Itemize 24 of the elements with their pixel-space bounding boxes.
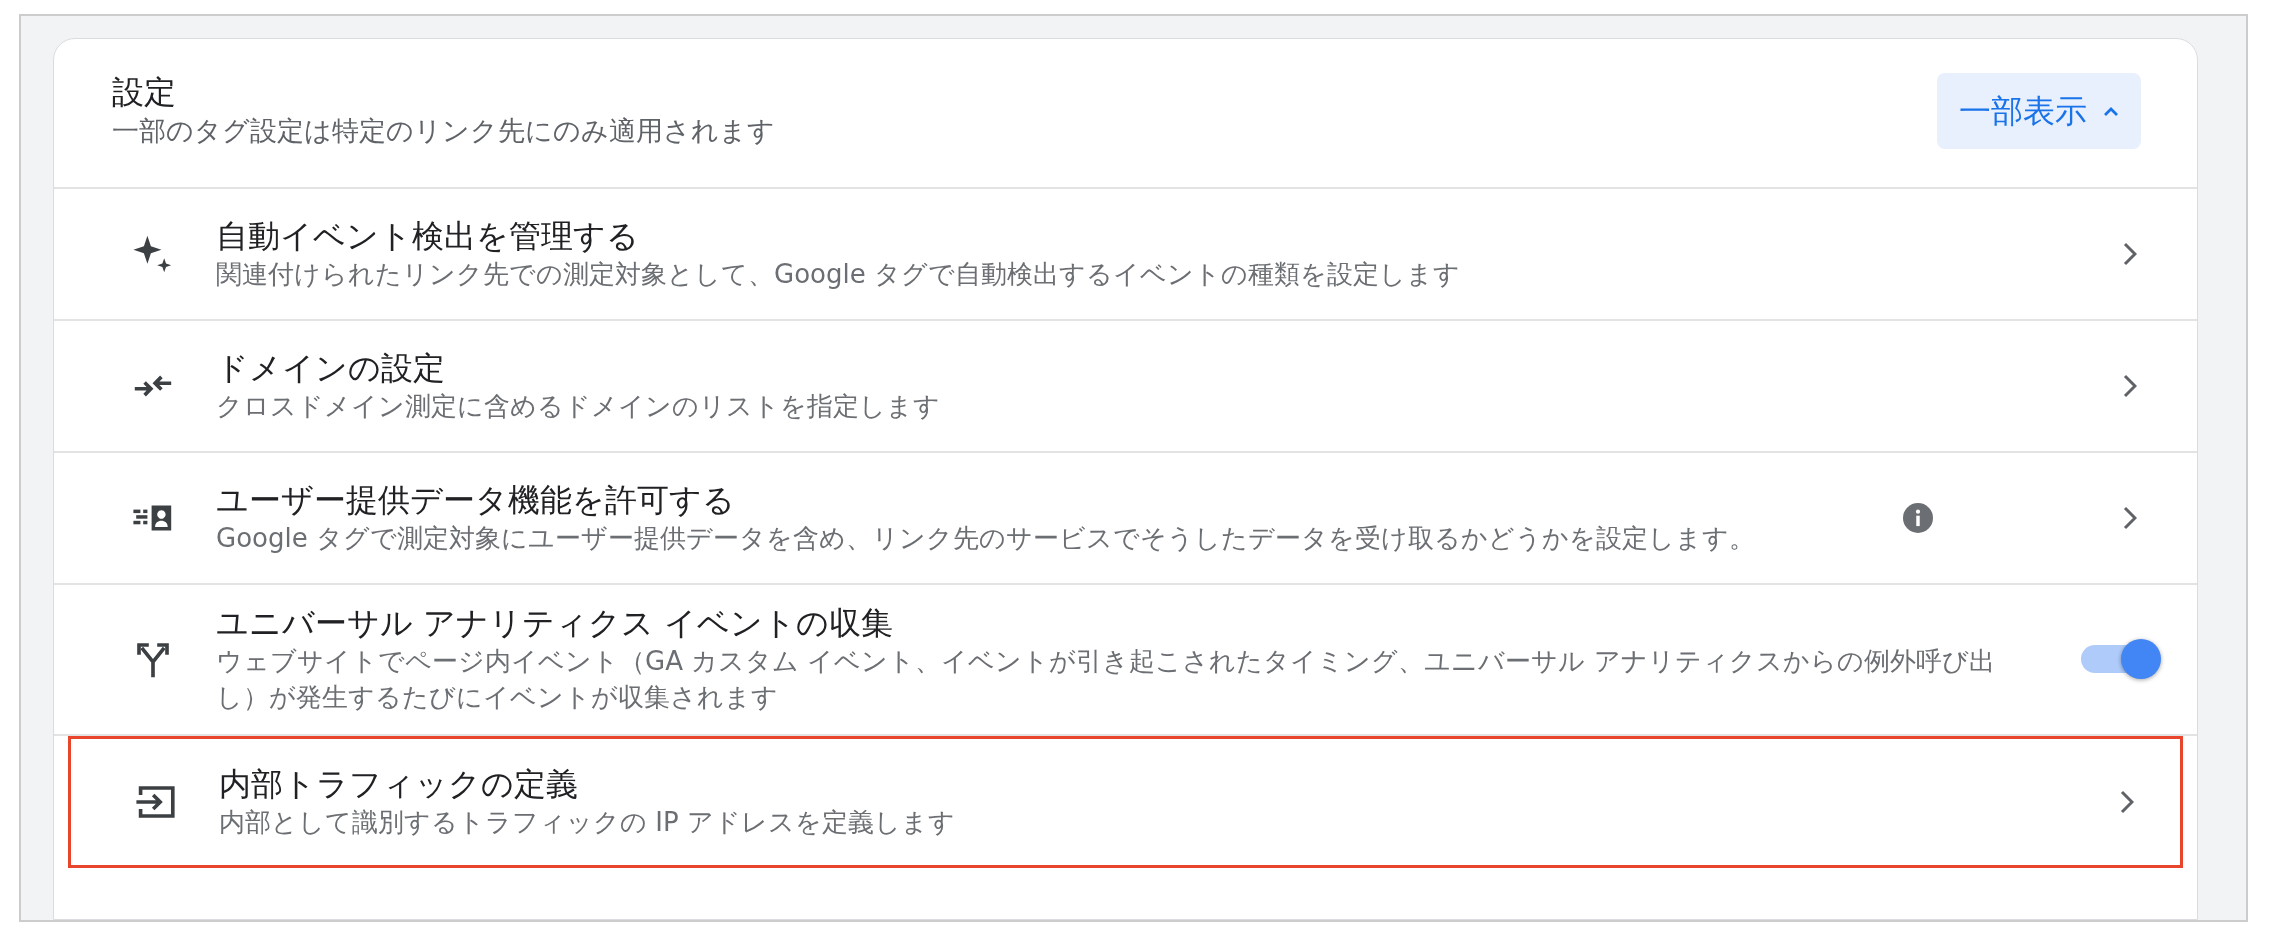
- setting-title: 内部トラフィックの定義: [219, 763, 579, 804]
- section-title: 設定: [112, 73, 177, 112]
- setting-title: ユニバーサル アナリティクス イベントの収集: [216, 603, 895, 643]
- setting-row[interactable]: 内部トラフィックの定義 内部として識別するトラフィックの IP アドレスを定義します: [68, 735, 2183, 868]
- section-subtitle: 一部のタグ設定は特定のリンク先にのみ適用されます: [112, 114, 775, 149]
- chevron-right-icon: [2123, 242, 2137, 266]
- chevron-right-icon: [2123, 374, 2137, 398]
- setting-row[interactable]: ドメインの設定 クロスドメイン測定に含めるドメインのリストを指定します: [54, 321, 2197, 453]
- chevron-right-icon: [2120, 789, 2134, 814]
- collapse-button[interactable]: 一部表示: [1937, 73, 2141, 149]
- info-icon[interactable]: [1903, 503, 1933, 533]
- setting-title: ユーザー提供データ機能を許可する: [216, 479, 736, 520]
- setting-row[interactable]: 自動イベント検出を管理する 関連付けられたリンク先での測定対象として、Google タグで自動検出するイベントの種類を設定します: [54, 189, 2197, 321]
- setting-title: 自動イベント検出を管理する: [216, 215, 640, 256]
- setting-description: Google タグで測定対象にユーザー提供データを含め、リンク先のサービスでそうしたデータを受け取るかどうかを設定します。: [216, 521, 1756, 555]
- chevron-right-icon: [2123, 506, 2137, 530]
- setting-row[interactable]: ユニバーサル アナリティクス イベントの収集 ウェブサイトでページ内イベント（GA カスタム イベント、イベントが引き起こされたタイミング、ユニバーサル アナリティクスからの例外呼び出し）が発生するたびにイベントが収集されます: [54, 585, 2197, 736]
- setting-row[interactable]: ユーザー提供データ機能を許可する Google タグで測定対象にユーザー提供データを含め、リンク先のサービスでそうしたデータを受け取るかどうかを設定します。: [54, 453, 2197, 585]
- setting-description: ウェブサイトでページ内イベント（GA カスタム イベント、イベントが引き起こされたタイミング、ユニバーサル アナリティクスからの例外呼び出し）が発生するたびにイベントが収集されます: [216, 645, 1996, 715]
- setting-title: ドメインの設定: [216, 347, 446, 388]
- setting-description: 関連付けられたリンク先での測定対象として、Google タグで自動検出するイベントの種類を設定します: [216, 257, 1461, 291]
- setting-description: クロスドメイン測定に含めるドメインのリストを指定します: [216, 389, 941, 423]
- setting-description: 内部として識別するトラフィックの IP アドレスを定義します: [219, 805, 956, 839]
- toggle-switch[interactable]: [2079, 638, 2163, 681]
